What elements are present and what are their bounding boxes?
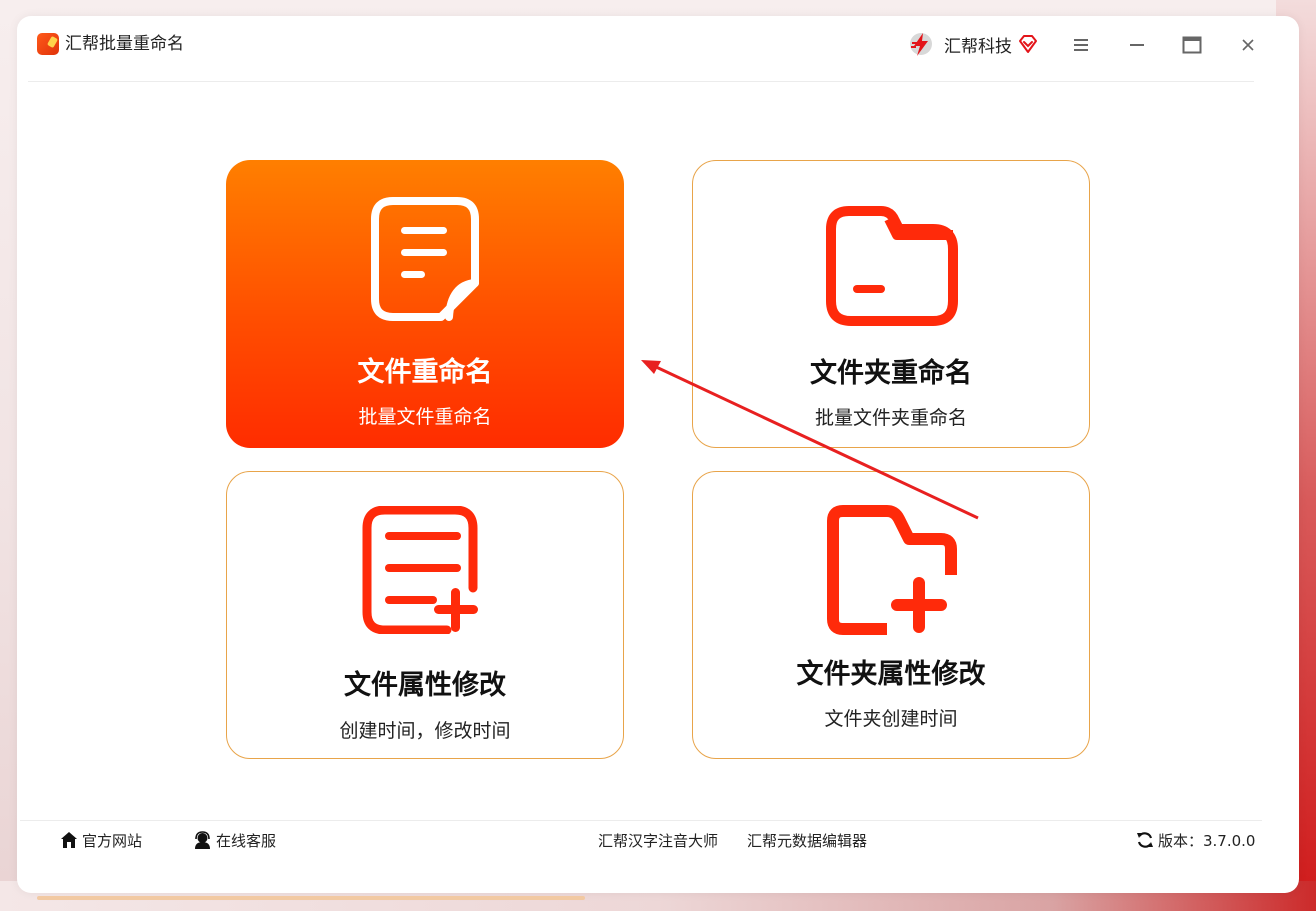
close-icon [1242, 39, 1254, 51]
headset-support-icon [195, 830, 210, 849]
document-icon [371, 197, 479, 321]
refresh-icon [1137, 832, 1153, 848]
card-file-attributes[interactable]: 文件属性修改 创建时间，修改时间 [226, 471, 624, 759]
official-website-label: 官方网站 [82, 831, 143, 850]
bottom-progress-track [37, 896, 585, 900]
card-title: 文件夹属性修改 [796, 659, 986, 690]
card-title: 文件属性修改 [344, 670, 506, 701]
vip-diamond-icon[interactable] [1018, 34, 1038, 54]
online-support-label: 在线客服 [216, 831, 277, 850]
app-logo-icon [37, 33, 59, 55]
online-support-link[interactable]: 在线客服 [193, 829, 276, 851]
metadata-editor-link[interactable]: 汇帮元数据编辑器 [747, 829, 867, 851]
folder-icon [826, 206, 958, 326]
app-window [17, 16, 1299, 893]
card-folder-rename[interactable]: 文件夹重命名 批量文件夹重命名 [692, 160, 1090, 448]
huibang-lightning-logo-icon [910, 33, 932, 56]
maximize-icon [1182, 36, 1202, 54]
home-icon [61, 832, 77, 848]
hamburger-menu-icon [1074, 39, 1088, 51]
app-title: 汇帮批量重命名 [65, 34, 184, 54]
title-bar: 汇帮批量重命名 汇帮科技 [28, 30, 1254, 66]
close-button[interactable] [1235, 32, 1261, 58]
maximize-button[interactable] [1179, 32, 1205, 58]
card-title: 文件重命名 [357, 357, 493, 388]
footer-divider [20, 820, 1262, 821]
card-title: 文件夹重命名 [810, 358, 972, 389]
minimize-button[interactable] [1124, 32, 1150, 58]
title-divider [28, 81, 1254, 82]
version-info[interactable]: 版本：3.7.0.0 [1136, 829, 1255, 851]
folder-add-icon [827, 505, 957, 635]
pinyin-master-label: 汇帮汉字注音大师 [598, 831, 719, 850]
official-website-link[interactable]: 官方网站 [60, 829, 142, 851]
metadata-editor-label: 汇帮元数据编辑器 [747, 831, 868, 850]
card-folder-attributes[interactable]: 文件夹属性修改 文件夹创建时间 [692, 471, 1090, 759]
document-add-icon [362, 506, 478, 634]
pinyin-master-link[interactable]: 汇帮汉字注音大师 [598, 829, 718, 851]
card-subtitle: 批量文件重命名 [358, 406, 492, 428]
brand[interactable]: 汇帮科技 [908, 30, 1038, 58]
version-label: 版本：3.7.0.0 [1158, 831, 1256, 850]
card-subtitle: 文件夹创建时间 [824, 708, 958, 730]
brand-name: 汇帮科技 [944, 36, 1012, 57]
minimize-icon [1130, 44, 1144, 46]
card-subtitle: 创建时间，修改时间 [339, 720, 511, 742]
menu-button[interactable] [1068, 32, 1094, 58]
card-subtitle: 批量文件夹重命名 [814, 407, 967, 429]
card-file-rename[interactable]: 文件重命名 批量文件重命名 [226, 160, 624, 448]
